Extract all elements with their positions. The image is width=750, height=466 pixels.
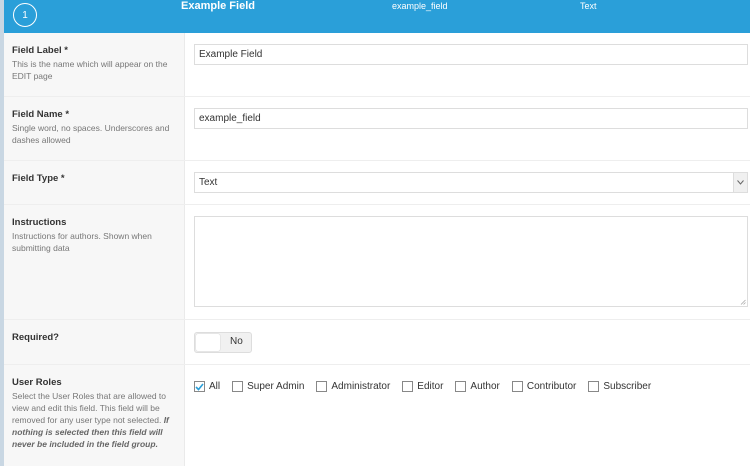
user-roles-title: User Roles: [12, 377, 62, 388]
role-checkbox-author[interactable]: [455, 381, 467, 392]
role-option-super-admin[interactable]: Super Admin: [232, 381, 304, 392]
field-type-title: Field Type *: [12, 173, 65, 184]
row-required: Required? No: [4, 320, 750, 365]
row-label-column: User Roles Select the User Roles that ar…: [4, 365, 185, 466]
row-input-column: No: [194, 320, 750, 364]
toggle-knob[interactable]: [196, 334, 220, 351]
row-user-roles: User Roles Select the User Roles that ar…: [4, 365, 750, 466]
role-checkbox-subscriber[interactable]: [588, 381, 600, 392]
instructions-textarea[interactable]: [194, 216, 748, 307]
role-option-author[interactable]: Author: [455, 381, 500, 392]
field-header-name: example_field: [392, 1, 448, 11]
role-label: All: [209, 381, 221, 392]
field-type-select[interactable]: Text: [194, 172, 748, 193]
row-input-column: Text: [194, 161, 750, 204]
row-field-label: Field Label * This is the name which wil…: [4, 33, 750, 97]
role-option-all[interactable]: All: [194, 381, 220, 392]
row-input-column: [194, 205, 750, 319]
user-roles-checkbox-list: All Super Admin Administrator Editor Aut…: [194, 381, 663, 392]
resize-grip-icon[interactable]: [740, 299, 746, 305]
field-name-input[interactable]: [194, 108, 748, 129]
row-label-column: Field Name * Single word, no spaces. Und…: [4, 97, 185, 160]
field-header[interactable]: 1 Example Field example_field Text: [4, 0, 750, 33]
role-label: Editor: [417, 381, 444, 392]
field-name-desc: Single word, no spaces. Underscores and …: [12, 123, 170, 145]
field-label-desc: This is the name which will appear on th…: [12, 59, 168, 81]
row-label-column: Field Type *: [4, 161, 185, 204]
role-option-administrator[interactable]: Administrator: [316, 381, 390, 392]
chevron-down-icon[interactable]: [733, 173, 747, 192]
check-icon: [195, 382, 204, 391]
field-type-selected: Text: [199, 177, 218, 188]
row-field-type: Field Type * Text: [4, 161, 750, 205]
row-label-column: Required?: [4, 320, 185, 364]
required-toggle-label: No: [230, 336, 243, 347]
instructions-title: Instructions: [12, 217, 67, 228]
field-order-badge: 1: [13, 3, 37, 27]
role-checkbox-super-admin[interactable]: [232, 381, 244, 392]
role-checkbox-contributor[interactable]: [511, 381, 523, 392]
row-input-column: All Super Admin Administrator Editor Aut…: [194, 365, 750, 466]
field-editor: 1 Example Field example_field Text Field…: [0, 0, 750, 466]
role-checkbox-administrator[interactable]: [316, 381, 328, 392]
role-option-editor[interactable]: Editor: [402, 381, 443, 392]
field-name-title: Field Name *: [12, 109, 70, 120]
row-instructions: Instructions Instructions for authors. S…: [4, 205, 750, 320]
user-roles-desc: Select the User Roles that are allowed t…: [12, 390, 176, 450]
role-option-subscriber[interactable]: Subscriber: [588, 381, 651, 392]
row-input-column: [194, 97, 750, 160]
role-option-contributor[interactable]: Contributor: [511, 381, 577, 392]
role-label: Author: [470, 381, 500, 392]
field-label-input[interactable]: [194, 44, 748, 65]
row-input-column: [194, 33, 750, 96]
required-toggle[interactable]: No: [194, 332, 252, 353]
row-label-column: Instructions Instructions for authors. S…: [4, 205, 185, 319]
field-header-type: Text: [580, 1, 597, 11]
role-label: Administrator: [331, 381, 391, 392]
user-roles-desc-text: Select the User Roles that are allowed t…: [12, 391, 167, 425]
field-header-label[interactable]: Example Field: [181, 0, 255, 12]
field-label-title: Field Label *: [12, 45, 68, 56]
instructions-desc: Instructions for authors. Shown when sub…: [12, 231, 152, 253]
row-label-column: Field Label * This is the name which wil…: [4, 33, 185, 96]
row-field-name: Field Name * Single word, no spaces. Und…: [4, 97, 750, 161]
role-checkbox-editor[interactable]: [402, 381, 414, 392]
role-label: Super Admin: [247, 381, 305, 392]
role-label: Contributor: [526, 381, 577, 392]
role-checkbox-all[interactable]: [194, 381, 205, 392]
role-label: Subscriber: [603, 381, 652, 392]
field-order-number: 1: [22, 9, 28, 21]
required-title: Required?: [12, 332, 59, 343]
